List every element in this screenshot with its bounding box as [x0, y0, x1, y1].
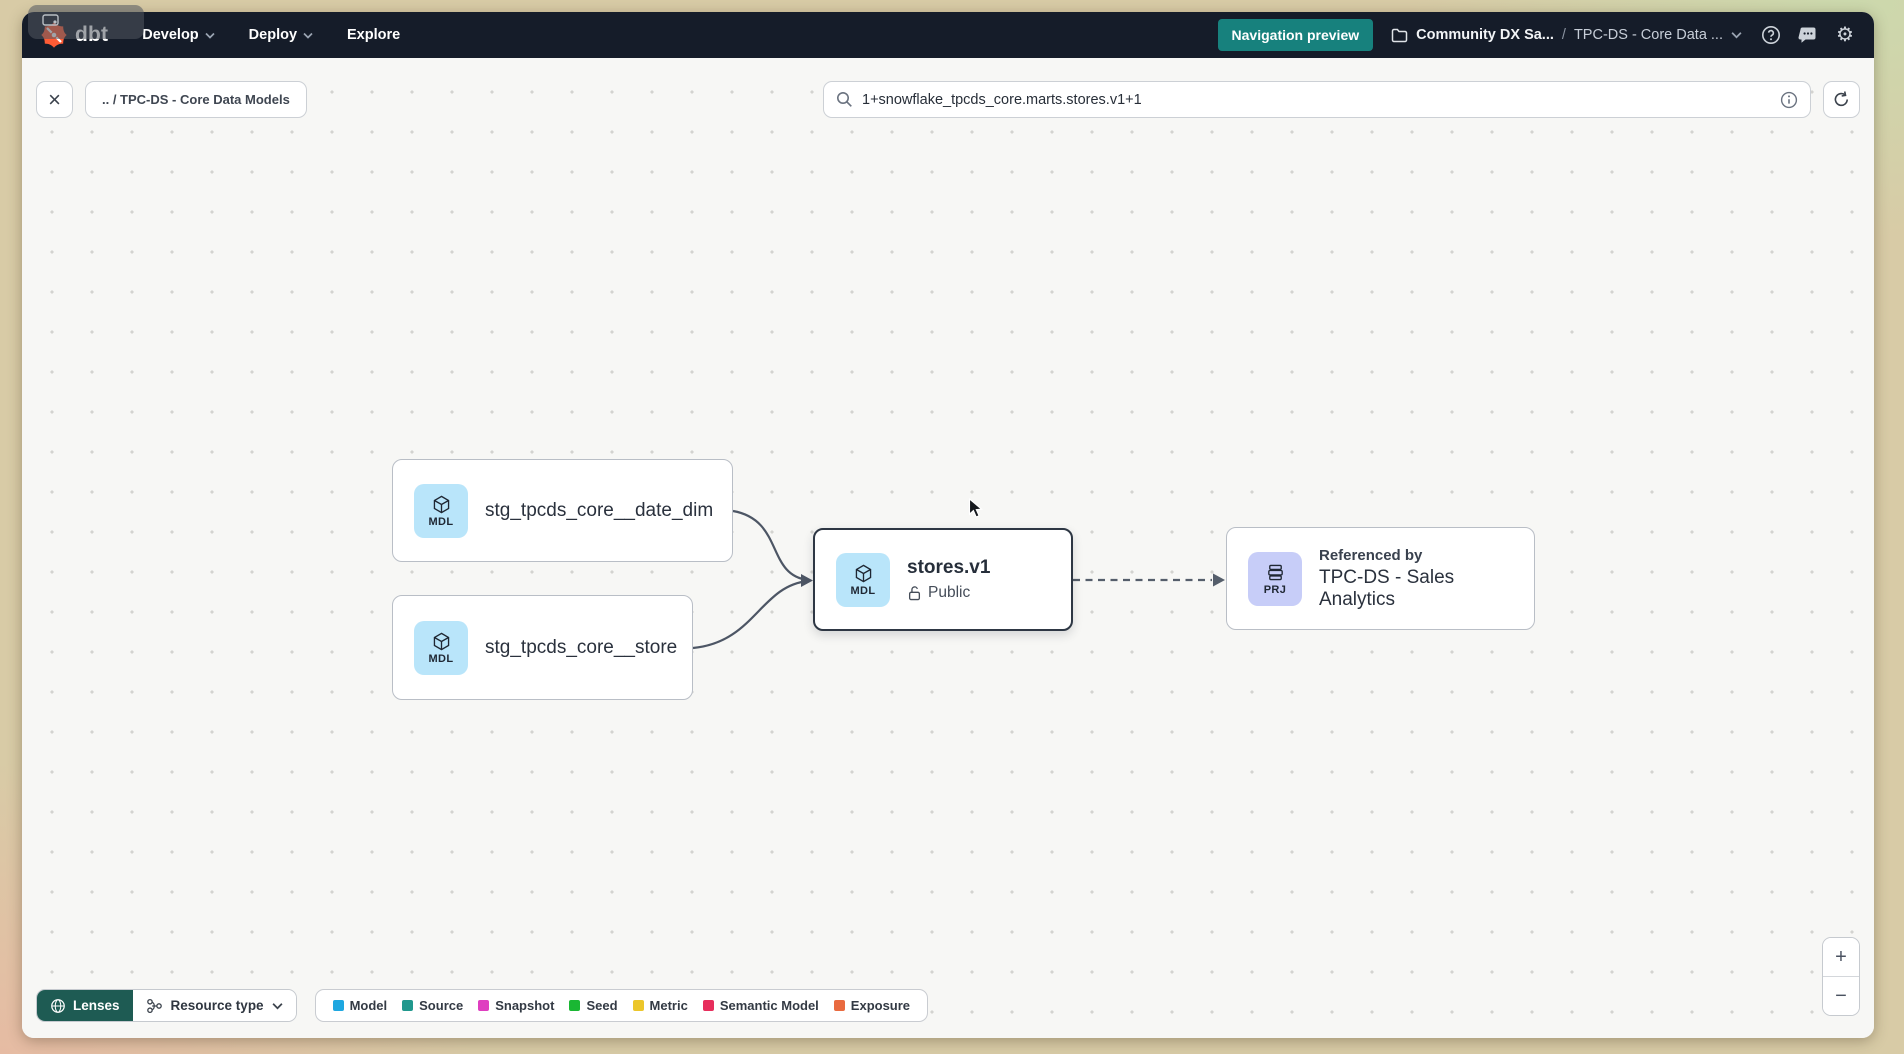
legend-item-exposure: Exposure [834, 998, 910, 1013]
edge-arrowhead [1213, 574, 1225, 587]
lineage-search-bar[interactable] [823, 81, 1811, 118]
settings-gear-icon[interactable]: ⚙ [1834, 24, 1856, 46]
zoom-controls: + − [1822, 937, 1860, 1016]
chevron-down-icon[interactable] [1731, 31, 1742, 39]
node-access-row: Public [907, 584, 990, 602]
app-window: dbt Develop Deploy Explore Navigation pr… [22, 12, 1874, 1038]
lineage-canvas[interactable]: × .. / TPC-DS - Core Data Models [22, 58, 1874, 1038]
navigation-preview-button[interactable]: Navigation preview [1218, 19, 1374, 51]
lineage-path-chip[interactable]: .. / TPC-DS - Core Data Models [85, 81, 307, 118]
edge-store-to-stores [693, 581, 808, 648]
menu-deploy[interactable]: Deploy [249, 27, 313, 43]
legend-swatch [633, 1000, 644, 1011]
screen-recorder-overlay [28, 5, 144, 39]
refresh-icon [1832, 90, 1851, 109]
display-icon [42, 14, 62, 30]
legend-item-metric: Metric [633, 998, 688, 1013]
chevron-down-icon [205, 32, 215, 39]
menu-explore[interactable]: Explore [347, 27, 400, 43]
lens-resource-group: Lenses Resource type [36, 989, 297, 1022]
legend-item-model: Model [333, 998, 388, 1013]
badge-label: MDL [428, 653, 453, 665]
resource-type-dropdown[interactable]: Resource type [133, 990, 296, 1021]
edge-arrowhead [801, 574, 813, 587]
lineage-toolbar: × .. / TPC-DS - Core Data Models [36, 81, 1860, 118]
lens-icon [50, 998, 66, 1014]
badge-label: MDL [428, 516, 453, 528]
info-icon[interactable] [1780, 91, 1798, 109]
node-title: stores.v1 [907, 557, 990, 579]
legend-swatch [569, 1000, 580, 1011]
lock-open-icon [907, 585, 922, 601]
model-badge: MDL [836, 553, 890, 607]
navbar-icons: ⚙ [1760, 24, 1856, 46]
zoom-out-button[interactable]: − [1823, 977, 1859, 1015]
breadcrumb[interactable]: Community DX Sa... / TPC-DS - Core Data … [1391, 27, 1742, 43]
legend-item-snapshot: Snapshot [478, 998, 554, 1013]
node-text: Referenced by TPC-DS - Sales Analytics [1319, 547, 1534, 611]
navbar-right: Navigation preview Community DX Sa... / … [1218, 19, 1856, 51]
node-text: stores.v1 Public [907, 557, 990, 602]
node-stg-tpcds-core-store[interactable]: MDL stg_tpcds_core__store [392, 595, 693, 700]
menu-develop[interactable]: Develop [142, 27, 214, 43]
search-icon [836, 91, 853, 108]
close-icon: × [48, 89, 61, 111]
node-label: stg_tpcds_core__store [485, 637, 677, 659]
node-label: stg_tpcds_core__date_dim [485, 500, 713, 522]
legend-swatch [834, 1000, 845, 1011]
node-stores-v1-selected[interactable]: MDL stores.v1 Public [813, 528, 1073, 631]
resource-legend: Model Source Snapshot Seed Metric Semant… [315, 989, 928, 1022]
main-menu: Develop Deploy Explore [142, 27, 400, 43]
feedback-icon[interactable] [1797, 24, 1819, 46]
mouse-cursor [968, 498, 985, 524]
badge-label: MDL [850, 585, 875, 597]
breadcrumb-account[interactable]: Community DX Sa... [1416, 27, 1554, 43]
project-stack-icon [1265, 562, 1286, 583]
help-icon[interactable] [1760, 24, 1782, 46]
cube-icon [431, 494, 452, 515]
cube-icon [431, 631, 452, 652]
top-navbar: dbt Develop Deploy Explore Navigation pr… [22, 12, 1874, 58]
legend-item-seed: Seed [569, 998, 617, 1013]
breadcrumb-separator: / [1562, 27, 1566, 43]
legend-swatch [333, 1000, 344, 1011]
model-badge: MDL [414, 621, 468, 675]
graph-icon [146, 998, 163, 1014]
refresh-lineage-button[interactable] [1823, 81, 1860, 118]
close-lineage-button[interactable]: × [36, 81, 73, 118]
edge-date-dim-to-stores [733, 511, 808, 580]
chevron-down-icon [303, 32, 313, 39]
node-stg-tpcds-core-date-dim[interactable]: MDL stg_tpcds_core__date_dim [392, 459, 733, 562]
node-access-label: Public [928, 584, 970, 602]
badge-label: PRJ [1264, 584, 1287, 596]
legend-item-semantic-model: Semantic Model [703, 998, 819, 1013]
breadcrumb-project[interactable]: TPC-DS - Core Data ... [1574, 27, 1723, 43]
selector-search-input[interactable] [862, 92, 1771, 108]
footer-controls: Lenses Resource type Model Source Snaps [36, 989, 928, 1022]
legend-swatch [703, 1000, 714, 1011]
legend-swatch [402, 1000, 413, 1011]
lenses-button[interactable]: Lenses [37, 990, 133, 1021]
project-badge: PRJ [1248, 552, 1302, 606]
chevron-down-icon [272, 1002, 283, 1010]
folder-icon [1391, 28, 1408, 43]
legend-swatch [478, 1000, 489, 1011]
node-eyebrow: Referenced by [1319, 547, 1534, 564]
zoom-in-button[interactable]: + [1823, 938, 1859, 976]
legend-item-source: Source [402, 998, 463, 1013]
node-referenced-by-sales-analytics[interactable]: PRJ Referenced by TPC-DS - Sales Analyti… [1226, 527, 1535, 630]
model-badge: MDL [414, 484, 468, 538]
node-label: TPC-DS - Sales Analytics [1319, 567, 1534, 611]
cube-icon [853, 563, 874, 584]
